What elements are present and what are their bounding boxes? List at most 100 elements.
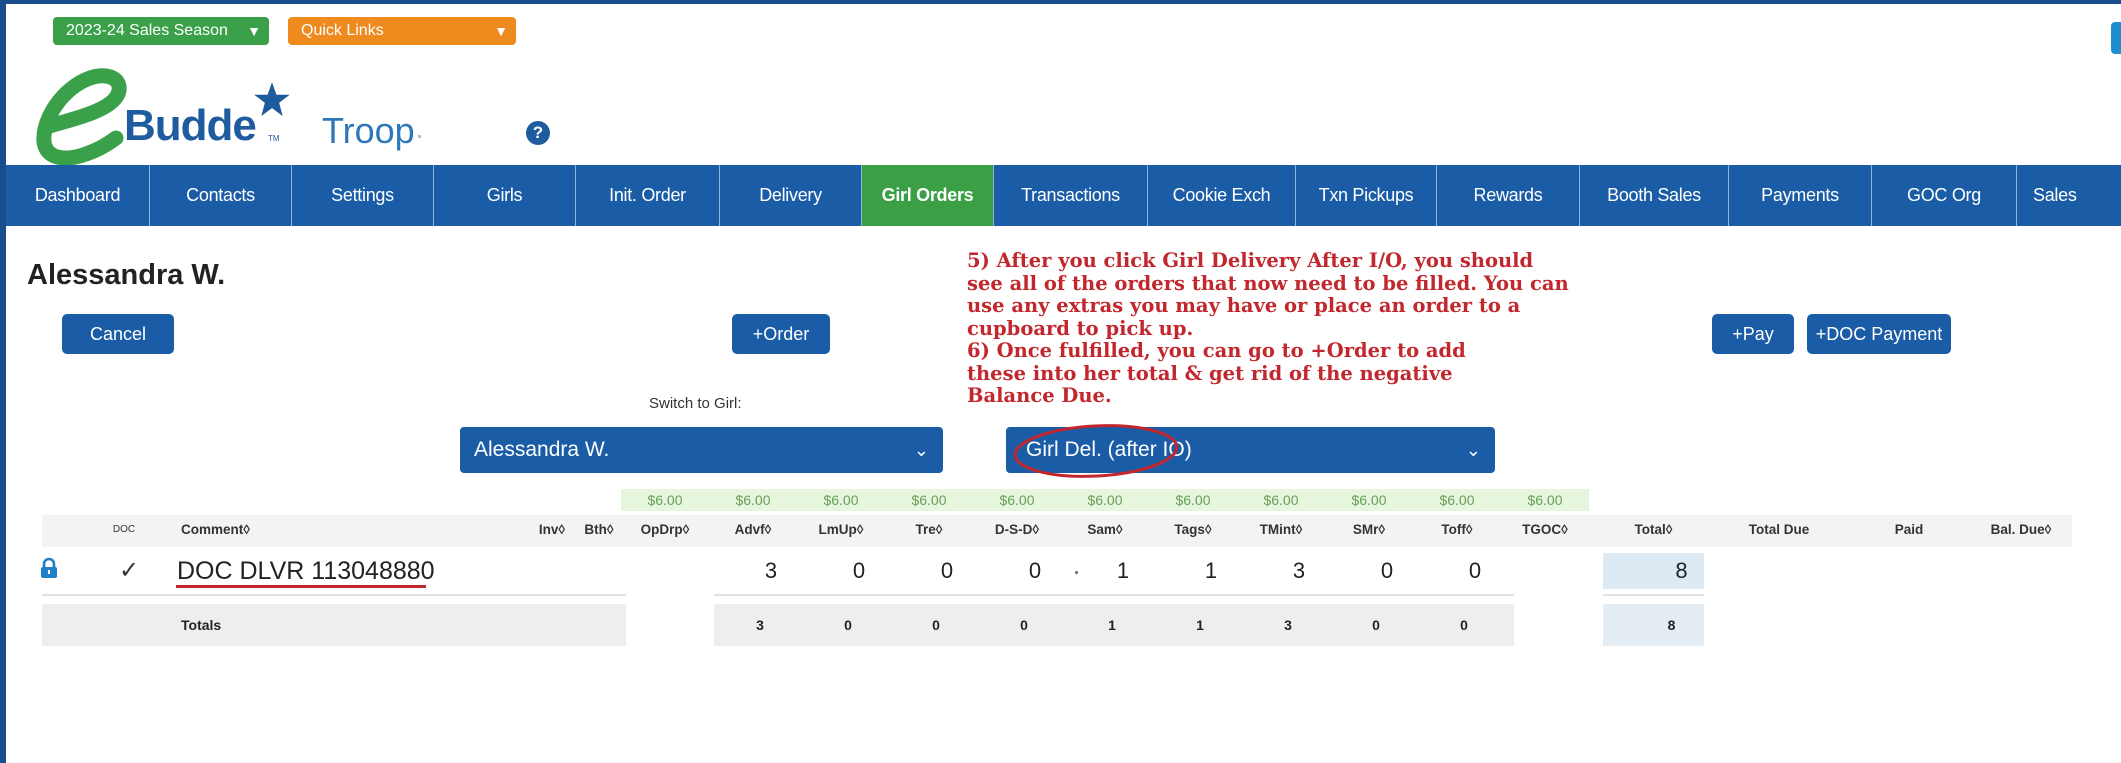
col-tgoc[interactable]: TGOC◊ [1501,515,1589,545]
tab-transactions[interactable]: Transactions [994,165,1148,226]
tab-contacts[interactable]: Contacts [150,165,292,226]
tab-txn-pickups[interactable]: Txn Pickups [1296,165,1437,226]
tab-settings[interactable]: Settings [292,165,434,226]
price-cell: $6.00 [621,489,709,511]
price-cell: $6.00 [1413,489,1501,511]
totals-bg [42,604,626,646]
tab-init-order[interactable]: Init. Order [576,165,720,226]
annotation-line: see all of the orders that now need to b… [967,271,1569,295]
totals-tmint: 3 [1284,617,1292,633]
annotation-circle [1013,424,1179,478]
price-cell: $6.00 [1237,489,1325,511]
add-pay-button[interactable]: +Pay [1712,314,1794,354]
doc-check-icon: ✓ [119,557,140,584]
ebudde-logo-icon [36,68,127,166]
main-nav: Dashboard Contacts Settings Girls Init. … [6,165,2121,226]
annotation-line: use any extras you may have or place an … [967,294,1521,317]
col-inv[interactable]: Inv◊ [527,515,577,545]
annotation-underline [176,585,426,588]
girl-name-heading: Alessandra W. [27,259,226,291]
tab-girl-orders[interactable]: Girl Orders [862,165,994,226]
col-bal-due[interactable]: Bal. Due◊ [1966,515,2076,545]
lock-icon[interactable] [38,557,60,579]
totals-total: 8 [1667,617,1676,633]
col-toff[interactable]: Toff◊ [1413,515,1501,545]
totals-label: Totals [181,617,222,633]
season-dropdown[interactable]: 2023-24 Sales Season ▼ [53,17,269,45]
col-comment[interactable]: Comment◊ [181,515,301,545]
tab-payments[interactable]: Payments [1729,165,1872,226]
annotation-line: these into her total & get rid of the ne… [967,361,1453,385]
totals-tre: 0 [932,617,940,633]
tutorial-annotation: 5) After you click Girl Delivery After I… [967,249,1607,408]
tab-cookie-exch[interactable]: Cookie Exch [1148,165,1296,226]
logo-trademark: TM [268,134,280,143]
totals-sam: 1 [1108,617,1116,633]
row-toff[interactable]: 0 [1413,553,1501,589]
annotation-line: Balance Due. [967,384,1112,407]
price-cell: $6.00 [885,489,973,511]
totals-lmup: 0 [844,617,852,633]
totals-smr: 0 [1372,617,1380,633]
row-comment[interactable]: DOC DLVR 113048880 [177,553,435,589]
caret-down-icon: ▼ [247,23,261,39]
quick-links-dropdown[interactable]: Quick Links ▼ [288,17,516,45]
col-tmint[interactable]: TMint◊ [1237,515,1325,545]
row-separator [42,594,626,596]
price-cell: $6.00 [709,489,797,511]
price-cell: $6.00 [797,489,885,511]
row-tags[interactable]: 1 [1149,553,1237,589]
cancel-button[interactable]: Cancel [62,314,174,354]
col-tags[interactable]: Tags◊ [1149,515,1237,545]
switch-girl-label: Switch to Girl: [649,395,742,412]
col-dsd[interactable]: D-S-D◊ [973,515,1061,545]
price-cell: $6.00 [1061,489,1149,511]
col-opdrp[interactable]: OpDrp◊ [621,515,709,545]
price-cell: $6.00 [1325,489,1413,511]
app-window: 2023-24 Sales Season ▼ Quick Links ▼ Bud… [6,4,2121,763]
corner-button[interactable] [2111,22,2121,54]
row-advf[interactable]: 3 [709,553,797,589]
help-icon[interactable]: ? [526,121,550,145]
row-lmup[interactable]: 0 [797,553,885,589]
totals-dsd: 0 [1020,617,1028,633]
row-sam[interactable]: 1 [1061,553,1149,589]
tab-dashboard[interactable]: Dashboard [6,165,150,226]
troop-label: Troop [322,110,415,151]
col-total[interactable]: Total◊ [1603,515,1704,545]
col-advf[interactable]: Advf◊ [709,515,797,545]
row-total: 8 [1675,558,1688,583]
tab-delivery[interactable]: Delivery [720,165,862,226]
add-order-button[interactable]: +Order [732,314,830,354]
tab-sales[interactable]: Sales [2017,165,2103,226]
star-icon [250,78,294,120]
annotation-line: 5) After you click Girl Delivery After I… [967,249,1534,272]
totals-toff: 0 [1460,617,1468,633]
col-smr[interactable]: SMr◊ [1325,515,1413,545]
col-sam[interactable]: Sam◊ [1061,515,1149,545]
tab-goc-org[interactable]: GOC Org [1872,165,2017,226]
col-total-due: Total Due [1748,522,1810,537]
price-cell: $6.00 [1149,489,1237,511]
col-tre[interactable]: Tre◊ [885,515,973,545]
price-cell: $6.00 [973,489,1061,511]
col-paid: Paid [1894,522,1924,537]
girl-select[interactable]: Alessandra W. ⌄ [460,427,943,473]
row-tre[interactable]: 0 [885,553,973,589]
col-lmup[interactable]: LmUp◊ [797,515,885,545]
annotation-line: 6) Once fulfilled, you can go to +Order … [967,339,1466,362]
logo-wordmark: Budde [124,101,257,150]
row-separator [1603,594,1704,596]
add-doc-payment-button[interactable]: +DOC Payment [1807,314,1951,354]
row-dsd[interactable]: 0 [973,553,1061,589]
tab-rewards[interactable]: Rewards [1437,165,1580,226]
tab-booth-sales[interactable]: Booth Sales [1580,165,1729,226]
totals-tags: 1 [1196,617,1204,633]
tab-girls[interactable]: Girls [434,165,576,226]
col-bth[interactable]: Bth◊ [577,515,621,545]
col-doc[interactable]: DOC [104,515,144,545]
row-tmint[interactable]: 3 [1237,553,1325,589]
chevron-down-icon: ⌄ [1465,440,1481,460]
row-smr[interactable]: 0 [1325,553,1413,589]
price-cell: $6.00 [1501,489,1589,511]
